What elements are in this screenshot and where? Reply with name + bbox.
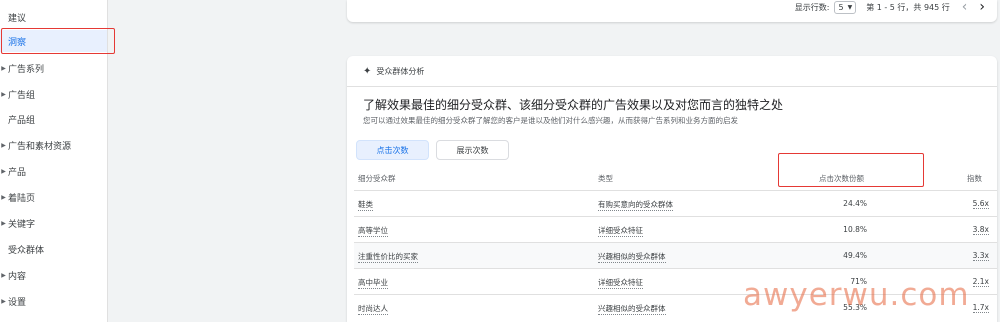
chevron-left-icon[interactable]: ‹ [962, 0, 968, 15]
nav-item-label: 洞察 [8, 37, 27, 48]
dropdown-arrow-icon: ▼ [847, 3, 853, 11]
nav-item-ads-assets[interactable]: ▶ 广告和素材资源 [0, 134, 107, 156]
segment-type[interactable]: 兴趣相似的受众群体 [598, 251, 666, 263]
nav-item-audiences[interactable]: 受众群体 [0, 238, 107, 260]
nav-item-label: 产品 [8, 167, 27, 178]
segment-name[interactable]: 注重性价比的买家 [358, 251, 418, 263]
pager-range-text: 第 1 - 5 行，共 945 行 [866, 2, 950, 12]
nav-item-content[interactable]: ▶ 内容 [0, 264, 107, 286]
tab-clicks[interactable]: 点击次数 [356, 140, 429, 160]
card-headline: 了解效果最佳的细分受众群、该细分受众群的广告效果以及对您而言的独特之处 [363, 98, 784, 112]
tab-impressions[interactable]: 展示次数 [436, 140, 509, 160]
nav-item-ad-groups[interactable]: ▶ 广告组 [0, 83, 107, 105]
expand-caret-icon: ▶ [1, 271, 6, 279]
nav-item-product-groups[interactable]: 产品组 [0, 108, 107, 130]
segment-type[interactable]: 兴趣相似的受众群体 [598, 303, 666, 315]
nav-item-label: 建议 [8, 13, 27, 24]
sparkle-icon: ✦ [363, 65, 372, 77]
left-nav-sidebar: 建议 洞察 ▶ 广告系列 ▶ 广告组 产品组 ▶ 广告和素材资源 ▶ 产品 ▶ … [0, 0, 108, 322]
nav-item-label: 受众群体 [8, 245, 45, 256]
nav-item-label: 关键字 [8, 219, 36, 230]
nav-item-keywords[interactable]: ▶ 关键字 [0, 212, 107, 234]
nav-item-settings[interactable]: ▶ 设置 [0, 290, 107, 312]
click-share-value: 24.4% [843, 199, 867, 208]
expand-caret-icon: ▶ [1, 64, 6, 72]
segment-name[interactable]: 高中毕业 [358, 277, 388, 289]
watermark-text: awyerwu.com [743, 277, 970, 313]
expand-caret-icon: ▶ [1, 297, 6, 305]
chevron-right-icon[interactable]: › [979, 0, 985, 15]
index-value[interactable]: 2.1x [972, 277, 989, 287]
nav-item-label: 广告和素材资源 [8, 141, 72, 152]
column-header-index[interactable]: 指数 [967, 173, 982, 184]
nav-item-suggestions[interactable]: 建议 [0, 6, 107, 28]
index-value[interactable]: 1.7x [972, 303, 989, 313]
nav-item-label: 着陆页 [8, 193, 36, 204]
segment-type[interactable]: 详细受众特征 [598, 277, 643, 289]
segment-type[interactable]: 详细受众特征 [598, 225, 643, 237]
segment-name[interactable]: 高等学位 [358, 225, 388, 237]
nav-item-label: 设置 [8, 297, 27, 308]
column-header-click-share[interactable]: 点击次数份额 [819, 173, 864, 184]
card-header: ✦ 受众群体分析 [347, 56, 997, 87]
column-header-segment[interactable]: 细分受众群 [358, 173, 396, 184]
nav-item-label: 广告组 [8, 90, 36, 101]
index-value[interactable]: 5.6x [972, 199, 989, 209]
previous-table-card: 显示行数: 5 ▼ 第 1 - 5 行，共 945 行 ‹ › [347, 0, 997, 22]
segment-name[interactable]: 时尚达人 [358, 303, 388, 315]
rows-per-page-label: 显示行数: [794, 2, 830, 12]
table-pager: 显示行数: 5 ▼ 第 1 - 5 行，共 945 行 ‹ › [794, 0, 985, 15]
nav-item-label: 内容 [8, 271, 27, 282]
expand-caret-icon: ▶ [1, 90, 6, 98]
nav-item-products[interactable]: ▶ 产品 [0, 160, 107, 182]
expand-caret-icon: ▶ [1, 141, 6, 149]
nav-item-label: 广告系列 [8, 64, 45, 75]
card-header-title: 受众群体分析 [376, 66, 425, 76]
index-value[interactable]: 3.3x [972, 251, 989, 261]
expand-caret-icon: ▶ [1, 193, 6, 201]
click-share-value: 10.8% [843, 225, 867, 234]
rows-per-page-value: 5 [838, 2, 844, 12]
index-value[interactable]: 3.8x [972, 225, 989, 235]
rows-per-page-select[interactable]: 5 ▼ [834, 0, 857, 14]
table-row: 高等学位 详细受众特征 10.8% 3.8x [354, 216, 997, 242]
expand-caret-icon: ▶ [1, 219, 6, 227]
expand-caret-icon: ▶ [1, 167, 6, 175]
nav-item-campaigns[interactable]: ▶ 广告系列 [0, 57, 107, 79]
nav-item-landing-pages[interactable]: ▶ 着陆页 [0, 186, 107, 208]
segment-type[interactable]: 有购买意向的受众群体 [598, 199, 673, 211]
table-row: 注重性价比的买家 兴趣相似的受众群体 49.4% 3.3x [354, 242, 997, 268]
segment-name[interactable]: 鞋类 [358, 199, 373, 211]
click-share-value: 49.4% [843, 251, 867, 260]
nav-item-label: 产品组 [8, 115, 36, 126]
table-row: 鞋类 有购买意向的受众群体 24.4% 5.6x [354, 190, 997, 216]
nav-item-insights[interactable]: 洞察 [0, 30, 107, 52]
card-subtitle: 您可以通过效果最佳的细分受众群了解您的客户是谁以及他们对什么感兴趣，从而获得广告… [363, 116, 738, 125]
column-header-type[interactable]: 类型 [598, 173, 613, 184]
